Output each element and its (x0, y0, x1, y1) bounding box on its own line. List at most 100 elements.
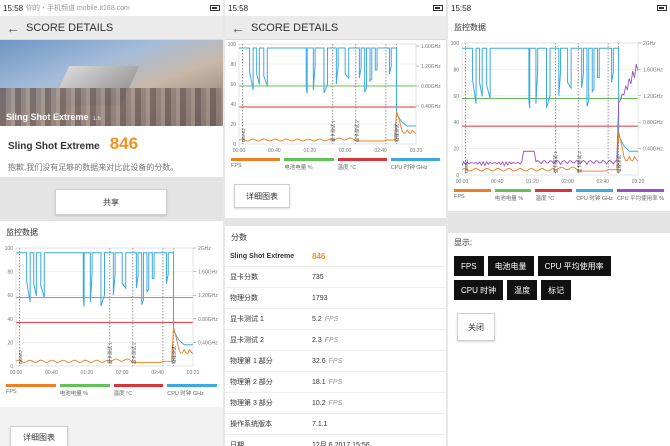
chart-legend: FPS 电池电量 % 温度 °C CPU 时钟 GHz (225, 158, 446, 171)
x-tick-label: 00:00 (10, 370, 23, 376)
status-time: 15:58 (228, 3, 249, 13)
legend-swatch (6, 384, 56, 387)
monitor-panel: 监控数据 100 80 60 40 20 0 2GHz 1.60GHz 1.20GHz 0.80G… (0, 221, 223, 407)
score-row: 物理分数 1793 (225, 288, 446, 309)
legend-label: FPS (6, 389, 17, 395)
y-tick-label: 20 (230, 122, 236, 128)
x-tick-label: 00:00 (233, 148, 246, 154)
status-time: 15:58 (3, 3, 24, 13)
screen-score-details: 15:58 ← SCORE DETAILS 100 80 60 40 20 0 1.60GH… (225, 0, 446, 446)
score-row-value: 10.2 FPS (312, 399, 343, 407)
watermark-text: 你的・手机频道 mobile.it168.com (26, 5, 130, 12)
y-tick-label: 100 (451, 41, 460, 47)
monitor-label: 监控数据 (454, 23, 486, 32)
test-marker-label: 显卡测试 1 (107, 342, 114, 364)
y-right-tick-label: 0.40GHz (643, 147, 663, 153)
legend-swatch (576, 189, 613, 192)
legend-label: CPU 时钟 GHz (576, 196, 613, 202)
back-arrow-icon[interactable]: ← (231, 20, 245, 36)
legend-item: 温度 °C (337, 158, 387, 171)
status-bar: 15:58 你的・手机频道 mobile.it168.com (0, 0, 223, 16)
display-chip-group: FPS 电池电量 CPU 平均使用率 CPU 时钟 温度 标记 (448, 256, 658, 300)
score-row: 显卡测试 1 5.2 FPS (225, 309, 446, 330)
x-tick-label: 00:40 (491, 179, 504, 185)
cpu-clock-series (16, 252, 193, 346)
legend-item: 电池电量 % (59, 384, 110, 397)
display-options-panel: 显示: FPS 电池电量 CPU 平均使用率 CPU 时钟 温度 标记 关闭 (448, 233, 670, 446)
score-row: 操作系统版本 7.1.1 (225, 414, 446, 435)
score-row: 物理第 3 部分 10.2 FPS (225, 393, 446, 414)
legend-swatch (535, 189, 573, 192)
status-bar: 15:58 (225, 0, 446, 16)
display-chip[interactable]: 标记 (541, 280, 572, 300)
fps-series (462, 131, 638, 172)
back-arrow-icon[interactable]: ← (6, 20, 20, 36)
score-row-value: 2.3 FPS (312, 336, 339, 344)
score-row-label: 操作系统版本 (230, 421, 272, 428)
y-tick-label: 80 (230, 62, 236, 68)
y-tick-label: 60 (453, 94, 459, 100)
x-tick-label: 03:20 (410, 148, 423, 154)
scores-table: Sling Shot Extreme 846 显卡分数 735 物理分数 1793 显卡测试… (225, 246, 446, 446)
scores-header: 分数 (225, 226, 446, 246)
legend-label: 温度 °C (535, 196, 555, 202)
y-right-tick-label: 0.80GHz (643, 120, 663, 126)
test-marker-label: 物理测试 (393, 124, 400, 142)
legend-item: 电池电量 % (494, 189, 532, 202)
test-marker-label: DEMO (241, 128, 246, 142)
legend-swatch (167, 384, 217, 387)
score-name: Sling Shot Extreme (8, 141, 100, 152)
y-right-tick-label: 0.40GHz (421, 104, 441, 110)
legend-swatch (390, 158, 440, 161)
y-tick-label: 100 (5, 246, 14, 252)
close-button[interactable]: 关闭 (457, 313, 495, 341)
y-tick-label: 40 (453, 120, 459, 126)
y-right-tick-label: 1.20GHz (198, 293, 218, 299)
x-tick-label: 03:20 (632, 179, 645, 185)
battery-icon (433, 5, 443, 11)
y-tick-label: 100 (228, 42, 237, 48)
x-tick-label: 00:00 (456, 179, 469, 185)
x-tick-label: 02:00 (561, 179, 574, 185)
display-chip[interactable]: 温度 (507, 280, 538, 300)
y-right-tick-label: 0.40GHz (198, 340, 218, 346)
score-row: 显卡分数 735 (225, 267, 446, 288)
score-row-value: 7.1.1 (312, 420, 328, 428)
header-title: SCORE DETAILS (26, 21, 114, 34)
legend-swatch (59, 384, 110, 387)
legend-label: 电池电量 % (284, 165, 313, 171)
divider (448, 211, 670, 233)
legend-item: CPU 时钟 GHz (167, 384, 217, 397)
score-row-unit: FPS (328, 378, 343, 386)
y-right-tick-label: 0.80GHz (421, 84, 441, 90)
score-row: 日期 12月 6 2017 15:56 (225, 435, 446, 446)
score-row-value: 32.6 FPS (312, 357, 343, 365)
legend-label: FPS (231, 163, 242, 169)
x-tick-label: 01:20 (81, 370, 94, 376)
test-marker-label: 物理测试 (615, 155, 622, 173)
detail-chart-button[interactable]: 详细图表 (234, 184, 290, 208)
display-chip[interactable]: CPU 平均使用率 (537, 256, 611, 276)
status-time: 15:58 (451, 3, 472, 13)
monitor-label: 监控数据 (6, 228, 38, 237)
detail-chart-button[interactable]: 详细图表 (10, 426, 68, 446)
battery-icon (657, 5, 667, 11)
share-button[interactable]: 共享 (55, 189, 167, 215)
legend-item: 电池电量 % (284, 158, 334, 171)
test-marker-label: DEMO (18, 350, 23, 364)
hero-image: Sling Shot Extreme 1.6 (0, 40, 223, 126)
score-row-label: 物理分数 (230, 295, 258, 302)
status-bar: 15:58 (448, 0, 670, 16)
score-row-value: 846 (312, 251, 326, 261)
monitor-chart: 1008060402001.60GHz1.20GHz0.80GHz0.40GHz… (228, 42, 442, 154)
x-tick-label: 01:20 (304, 148, 317, 154)
cpu-clock-series (462, 47, 638, 152)
score-value: 846 (109, 134, 139, 153)
display-chip[interactable]: FPS (454, 256, 484, 276)
fps-series (239, 110, 416, 142)
display-chip[interactable]: 电池电量 (487, 256, 534, 276)
divider (225, 218, 446, 226)
display-chip[interactable]: CPU 时钟 (454, 280, 504, 300)
score-row-value: 18.1 FPS (312, 378, 343, 386)
score-row-unit: FPS (324, 315, 339, 323)
